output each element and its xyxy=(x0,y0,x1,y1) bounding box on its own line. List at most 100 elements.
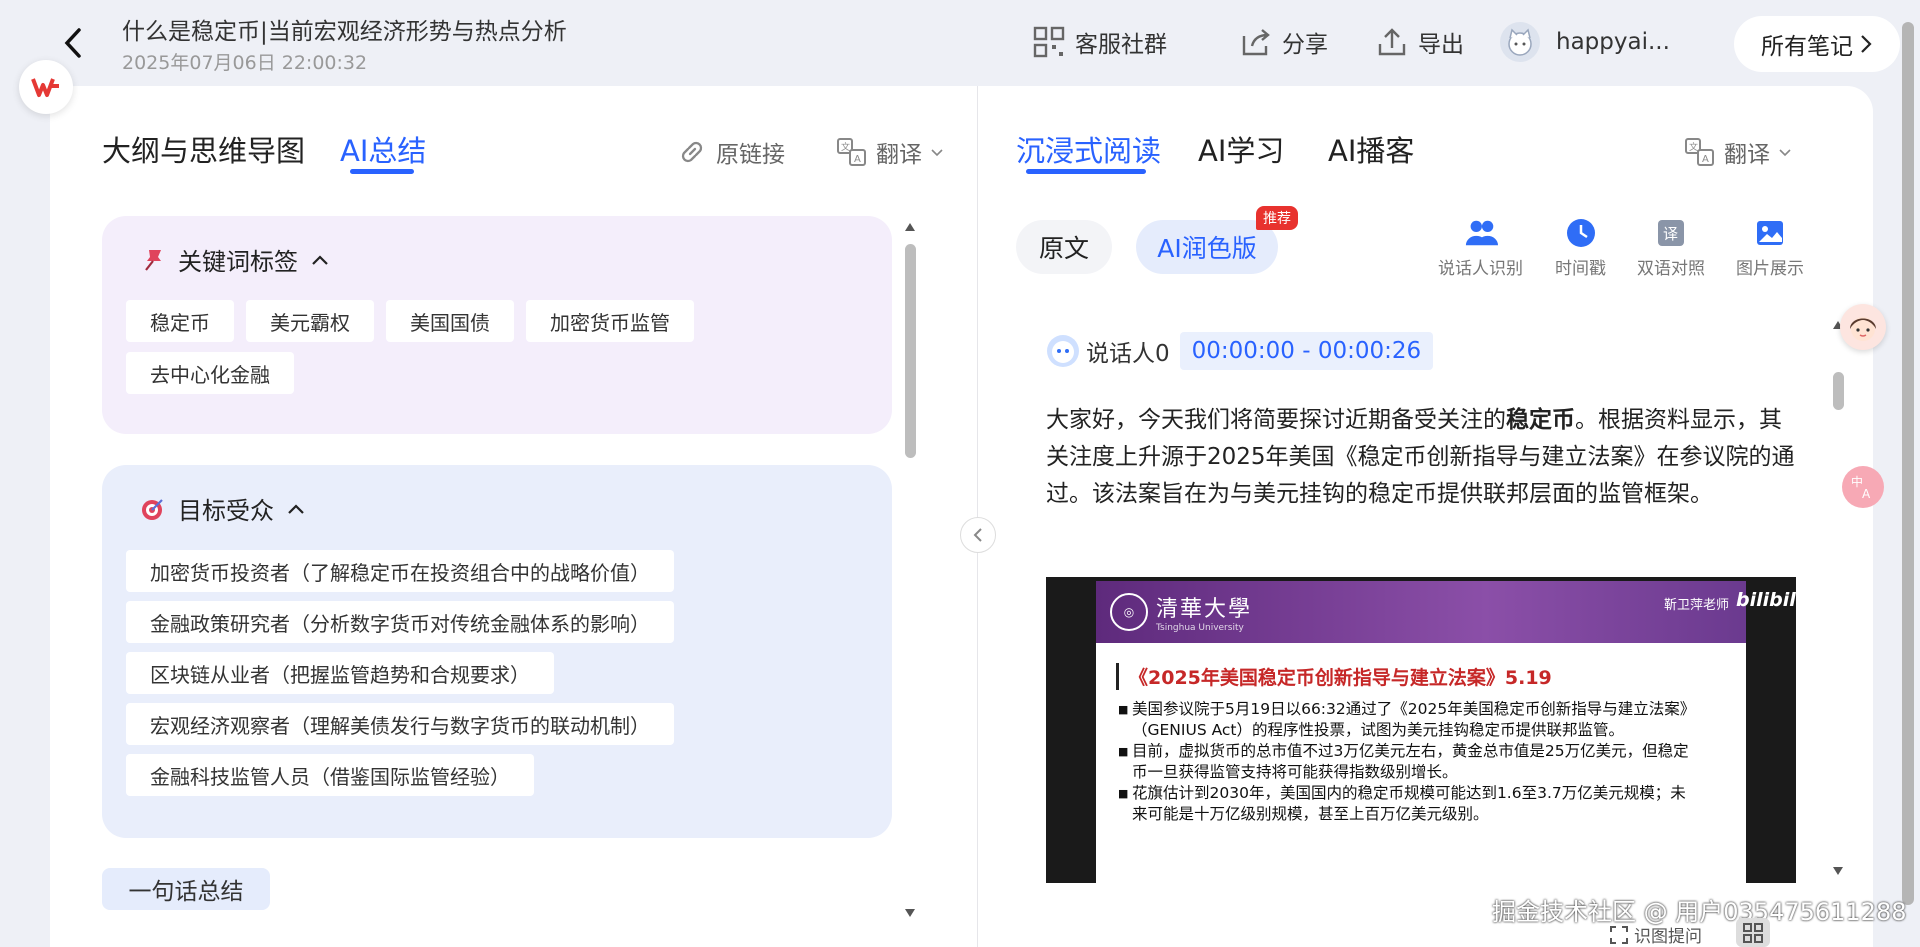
keyword-tag[interactable]: 去中心化金融 xyxy=(126,352,294,394)
source-link-label: 原链接 xyxy=(716,142,785,168)
slide-image[interactable]: ◎ 清華大學 Tsinghua University 《2025年美国稳定币创新… xyxy=(1046,577,1796,883)
keyword-tag[interactable]: 美国国债 xyxy=(386,300,514,342)
all-notes-button[interactable]: 所有笔记 xyxy=(1734,16,1900,72)
share-label: 分享 xyxy=(1282,32,1328,58)
tool-label: 双语对照 xyxy=(1637,259,1705,279)
export-label: 导出 xyxy=(1418,32,1464,58)
slide-title: 《2025年美国稳定币创新指导与建立法案》5.19 xyxy=(1116,663,1552,690)
user-menu[interactable]: happyai... xyxy=(1500,22,1670,62)
left-scrollbar[interactable] xyxy=(904,222,916,922)
speaker-timestamp[interactable]: 00:00:00 - 00:00:26 xyxy=(1179,332,1434,370)
keywords-card: 关键词标签 稳定币 美元霸权 美国国债 加密货币监管 去中心化金融 xyxy=(102,216,892,434)
timestamp-tool[interactable]: 时间戳 xyxy=(1555,218,1606,279)
community-label: 客服社群 xyxy=(1075,32,1167,58)
chevron-up-icon xyxy=(288,503,304,514)
audience-item[interactable]: 金融科技监管人员（借鉴国际监管经验） xyxy=(126,754,534,796)
slide-bullet: 美国参议院于5月19日以66:32通过了《2025年美国稳定币创新指导与建立法案… xyxy=(1118,699,1692,741)
keyword-tag[interactable]: 稳定币 xyxy=(126,300,234,342)
image-ask-label: 识图提问 xyxy=(1634,927,1702,947)
audience-item[interactable]: 加密货币投资者（了解稳定币在投资组合中的战略价值） xyxy=(126,550,674,592)
right-scroll-thumb[interactable] xyxy=(1833,372,1844,410)
right-translate-dropdown[interactable]: 文A 翻译 xyxy=(1684,135,1792,169)
audience-header[interactable]: 目标受众 xyxy=(140,491,306,526)
tab-ai-learning[interactable]: AI学习 xyxy=(1198,128,1284,170)
keywords-header[interactable]: 关键词标签 xyxy=(140,242,330,277)
back-button[interactable] xyxy=(58,26,88,60)
svg-text:A: A xyxy=(1862,487,1871,501)
share-icon xyxy=(1242,29,1270,56)
translate-icon: 文A xyxy=(837,138,866,166)
wps-logo-icon xyxy=(31,78,59,97)
image-icon xyxy=(1757,221,1783,245)
image-display-tool[interactable]: 图片展示 xyxy=(1736,218,1804,279)
paragraph-text: 大家好，今天我们将简要探讨近期备受关注的 xyxy=(1046,407,1506,433)
floating-translate-button[interactable]: 中A xyxy=(1842,466,1884,508)
speaker-users-icon xyxy=(1465,220,1498,246)
community-button[interactable]: 客服社群 xyxy=(1033,22,1167,62)
left-scroll-thumb[interactable] xyxy=(905,244,916,458)
university-seal-icon: ◎ xyxy=(1110,593,1148,631)
bilingual-tool[interactable]: 译 双语对照 xyxy=(1637,218,1705,279)
keyword-tag[interactable]: 美元霸权 xyxy=(246,300,374,342)
right-scrollbar[interactable] xyxy=(1832,320,1844,880)
grid-menu-button[interactable] xyxy=(1736,918,1770,947)
audience-item[interactable]: 宏观经济观察者（理解美债发行与数字货币的联动机制） xyxy=(126,703,674,745)
slide-teacher: 靳卫萍老师 xyxy=(1664,598,1730,613)
assistant-girl-icon xyxy=(1850,317,1876,341)
all-notes-label: 所有笔记 xyxy=(1761,34,1853,60)
tab-immersive-reading[interactable]: 沉浸式阅读 xyxy=(1016,128,1161,170)
chevron-up-icon xyxy=(312,254,328,265)
translate-icon: 文A xyxy=(1685,138,1714,166)
paragraph-keyword: 稳定币 xyxy=(1506,407,1575,433)
chevron-right-icon xyxy=(1861,35,1872,53)
translate-icon: 中A xyxy=(1851,474,1871,501)
audience-item[interactable]: 区块链从业者（把握监管趋势和合规要求） xyxy=(126,652,554,694)
wps-logo[interactable] xyxy=(19,60,73,114)
export-button[interactable]: 导出 xyxy=(1376,22,1464,62)
svg-text:文: 文 xyxy=(1689,141,1698,153)
slide-bullet: 花旗估计到2030年，美国国内的稳定币规模可能达到1.6至3.7万亿美元规模；未… xyxy=(1118,783,1692,825)
link-icon xyxy=(681,141,703,163)
audience-title: 目标受众 xyxy=(178,497,274,525)
left-translate-dropdown[interactable]: 文A 翻译 xyxy=(836,135,944,169)
scroll-down-arrow-icon[interactable] xyxy=(904,908,916,918)
share-button[interactable]: 分享 xyxy=(1240,22,1328,62)
scroll-up-arrow-icon[interactable] xyxy=(904,222,916,232)
assistant-avatar[interactable] xyxy=(1840,304,1886,350)
audience-list: 加密货币投资者（了解稳定币在投资组合中的战略价值） 金融政策研究者（分析数字货币… xyxy=(126,550,674,796)
slide-university: ◎ 清華大學 Tsinghua University xyxy=(1110,591,1252,633)
tool-label: 图片展示 xyxy=(1736,259,1804,279)
svg-text:A: A xyxy=(854,154,861,165)
image-ask-button[interactable]: 识图提问 xyxy=(1610,922,1702,947)
scroll-down-arrow-icon[interactable] xyxy=(1832,866,1844,876)
qrcode-icon xyxy=(1033,26,1065,58)
bilibili-logo: bilibili xyxy=(1736,589,1803,611)
target-icon xyxy=(142,498,163,520)
one-line-summary-button[interactable]: 一句话总结 xyxy=(102,868,270,910)
pin-icon xyxy=(145,249,161,271)
svg-text:A: A xyxy=(1702,154,1709,165)
svg-text:文: 文 xyxy=(841,141,850,153)
page-scroll-thumb[interactable] xyxy=(1902,22,1914,905)
original-text-button[interactable]: 原文 xyxy=(1016,220,1112,274)
user-avatar xyxy=(1500,22,1540,62)
svg-text:译: 译 xyxy=(1663,225,1678,243)
tab-ai-summary[interactable]: AI总结 xyxy=(340,128,426,170)
cat-avatar-icon xyxy=(1508,28,1532,56)
collapse-panel-button[interactable] xyxy=(960,517,996,553)
speaker-avatar-icon xyxy=(1047,335,1079,367)
speaker-recognition-tool[interactable]: 说话人识别 xyxy=(1438,218,1523,279)
chevron-down-icon xyxy=(931,149,943,157)
audience-item[interactable]: 金融政策研究者（分析数字货币对传统金融体系的影响） xyxy=(126,601,674,643)
chevron-down-icon xyxy=(1779,149,1791,157)
username: happyai... xyxy=(1556,29,1670,55)
keyword-tag[interactable]: 加密货币监管 xyxy=(526,300,694,342)
tab-ai-podcast[interactable]: AI播客 xyxy=(1328,128,1414,170)
active-tab-indicator xyxy=(1026,169,1146,174)
source-link-button[interactable]: 原链接 xyxy=(676,135,785,169)
keywords-title: 关键词标签 xyxy=(178,248,298,276)
left-translate-label: 翻译 xyxy=(876,142,922,168)
page-scrollbar[interactable] xyxy=(1902,22,1914,917)
tab-outline-mindmap[interactable]: 大纲与思维导图 xyxy=(102,128,305,170)
speaker-name[interactable]: 说话人0 xyxy=(1086,334,1170,368)
